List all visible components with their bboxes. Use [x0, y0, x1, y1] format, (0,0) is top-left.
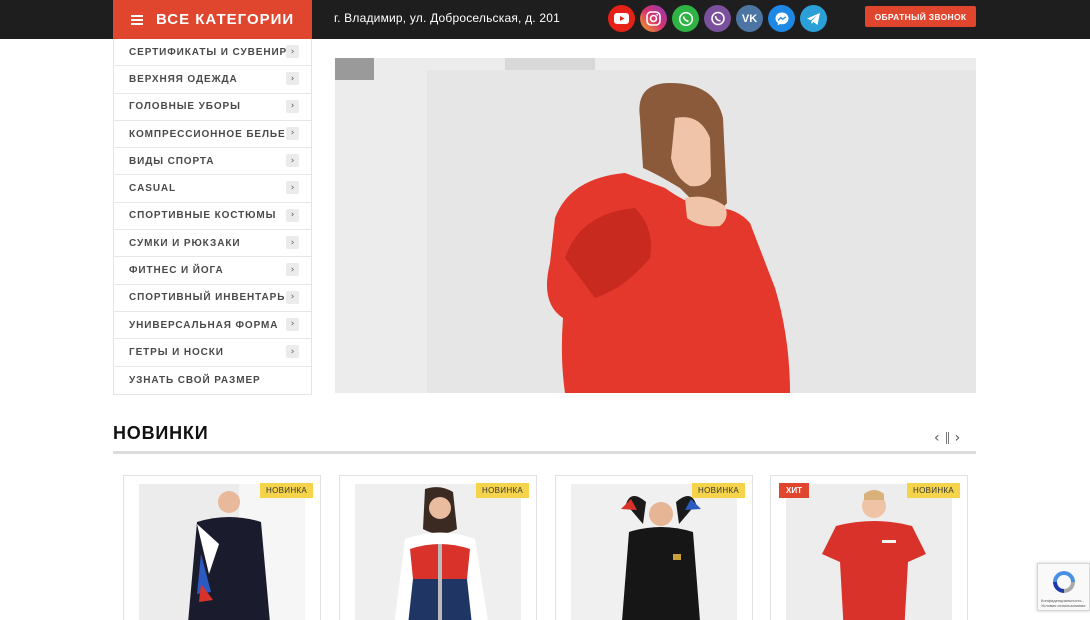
- sidebar-item[interactable]: СПОРТИВНЫЕ КОСТЮМЫ ›: [114, 203, 311, 231]
- instagram-icon[interactable]: [640, 5, 667, 32]
- store-address: г. Владимир, ул. Добросельская, д. 201: [334, 11, 560, 25]
- sidebar-item[interactable]: ГОЛОВНЫЕ УБОРЫ ›: [114, 94, 311, 121]
- sidebar-item[interactable]: СЕРТИФИКАТЫ И СУВЕНИРЫ ›: [114, 39, 311, 67]
- sidebar-item[interactable]: ВЕРХНЯЯ ОДЕЖДА ›: [114, 66, 311, 94]
- chevron-right-icon[interactable]: ›: [286, 345, 299, 359]
- viber-icon[interactable]: [704, 5, 731, 32]
- chevron-right-icon[interactable]: ›: [286, 181, 299, 195]
- carousel-controls: ‹ ›: [934, 430, 960, 446]
- product-card[interactable]: НОВИНКА: [555, 475, 753, 620]
- hero-banner[interactable]: [335, 58, 976, 393]
- sidebar-item-label: ФИТНЕС И ЙОГА: [129, 265, 224, 277]
- sidebar-item-label: ВЕРХНЯЯ ОДЕЖДА: [129, 73, 238, 85]
- page: ВСЕ КАТЕГОРИИ г. Владимир, ул. Добросель…: [0, 0, 1090, 620]
- sidebar-item-label: ГЕТРЫ И НОСКИ: [129, 346, 224, 358]
- chevron-right-icon[interactable]: ›: [286, 45, 299, 58]
- sidebar-item[interactable]: ГЕТРЫ И НОСКИ ›: [114, 339, 311, 367]
- chevron-right-icon[interactable]: ›: [286, 290, 299, 304]
- sidebar-item[interactable]: УНИВЕРСАЛЬНАЯ ФОРМА ›: [114, 312, 311, 340]
- sidebar-item[interactable]: ФИТНЕС И ЙОГА ›: [114, 257, 311, 285]
- sidebar-item-label: ВИДЫ СПОРТА: [129, 155, 215, 167]
- sidebar-item-label: СЕРТИФИКАТЫ И СУВЕНИРЫ: [129, 46, 298, 58]
- sidebar-item-label: СУМКИ И РЮКЗАКИ: [129, 237, 241, 249]
- sidebar-item[interactable]: УЗНАТЬ СВОЙ РАЗМЕР: [114, 367, 311, 394]
- all-categories-label: ВСЕ КАТЕГОРИИ: [156, 11, 295, 28]
- section-divider: [113, 451, 976, 454]
- sidebar-item-label: СПОРТИВНЫЕ КОСТЮМЫ: [129, 210, 277, 222]
- messenger-icon[interactable]: [768, 5, 795, 32]
- sidebar-item[interactable]: КОМПРЕССИОННОЕ БЕЛЬЕ ›: [114, 121, 311, 149]
- sidebar-item[interactable]: СУМКИ И РЮКЗАКИ ›: [114, 230, 311, 258]
- sidebar-item[interactable]: CASUAL ›: [114, 175, 311, 203]
- product-card[interactable]: ХИТ НОВИНКА: [770, 475, 968, 620]
- carousel-next-icon[interactable]: ›: [955, 430, 961, 446]
- hamburger-icon: [131, 14, 143, 25]
- telegram-icon[interactable]: [800, 5, 827, 32]
- recaptcha-icon: [1053, 571, 1075, 593]
- chevron-right-icon[interactable]: ›: [286, 236, 299, 250]
- new-badge: НОВИНКА: [907, 483, 960, 498]
- hit-badge: ХИТ: [779, 483, 809, 498]
- vk-icon[interactable]: VK: [736, 5, 763, 32]
- new-badge: НОВИНКА: [476, 483, 529, 498]
- sidebar-item-label: УЗНАТЬ СВОЙ РАЗМЕР: [129, 374, 261, 386]
- new-badge: НОВИНКА: [692, 483, 745, 498]
- chevron-right-icon[interactable]: ›: [286, 72, 299, 86]
- chevron-right-icon[interactable]: ›: [286, 208, 299, 222]
- recaptcha-text: Конфиденциальность - Условия использован…: [1041, 598, 1086, 608]
- section-title: НОВИНКИ: [113, 423, 209, 443]
- category-menu: СЕРТИФИКАТЫ И СУВЕНИРЫ › ВЕРХНЯЯ ОДЕЖДА › ГО…: [113, 39, 312, 395]
- chevron-right-icon[interactable]: ›: [286, 317, 299, 331]
- sidebar-item-label: СПОРТИВНЫЙ ИНВЕНТАРЬ: [129, 292, 286, 304]
- chevron-right-icon[interactable]: ›: [286, 126, 299, 140]
- callback-button[interactable]: ОБРАТНЫЙ ЗВОНОК: [865, 6, 976, 27]
- product-image[interactable]: [786, 484, 952, 620]
- sidebar-item-label: КОМПРЕССИОННОЕ БЕЛЬЕ: [129, 128, 286, 140]
- chevron-right-icon[interactable]: ›: [286, 154, 299, 168]
- whatsapp-icon[interactable]: [672, 5, 699, 32]
- product-image[interactable]: [139, 484, 305, 620]
- sidebar-item[interactable]: ВИДЫ СПОРТА ›: [114, 148, 311, 176]
- carousel-prev-icon[interactable]: ‹: [934, 430, 940, 446]
- product-image[interactable]: [571, 484, 737, 620]
- chevron-right-icon[interactable]: ›: [286, 263, 299, 277]
- sidebar-item-label: ГОЛОВНЫЕ УБОРЫ: [129, 101, 241, 113]
- new-badge: НОВИНКА: [260, 483, 313, 498]
- recaptcha-badge[interactable]: Конфиденциальность - Условия использован…: [1037, 563, 1090, 611]
- social-links: VK: [608, 5, 827, 32]
- product-card[interactable]: НОВИНКА: [123, 475, 321, 620]
- product-image[interactable]: [355, 484, 521, 620]
- sidebar-item-label: УНИВЕРСАЛЬНАЯ ФОРМА: [129, 319, 279, 331]
- sidebar-item[interactable]: СПОРТИВНЫЙ ИНВЕНТАРЬ ›: [114, 285, 311, 312]
- product-card[interactable]: НОВИНКА: [339, 475, 537, 620]
- chevron-right-icon[interactable]: ›: [286, 99, 299, 113]
- top-bar: ВСЕ КАТЕГОРИИ г. Владимир, ул. Добросель…: [0, 0, 1090, 39]
- hero-model-image: [546, 83, 790, 393]
- sidebar-item-label: CASUAL: [129, 183, 177, 195]
- all-categories-button[interactable]: ВСЕ КАТЕГОРИИ: [113, 0, 312, 39]
- carousel-divider: [945, 432, 949, 444]
- youtube-icon[interactable]: [608, 5, 635, 32]
